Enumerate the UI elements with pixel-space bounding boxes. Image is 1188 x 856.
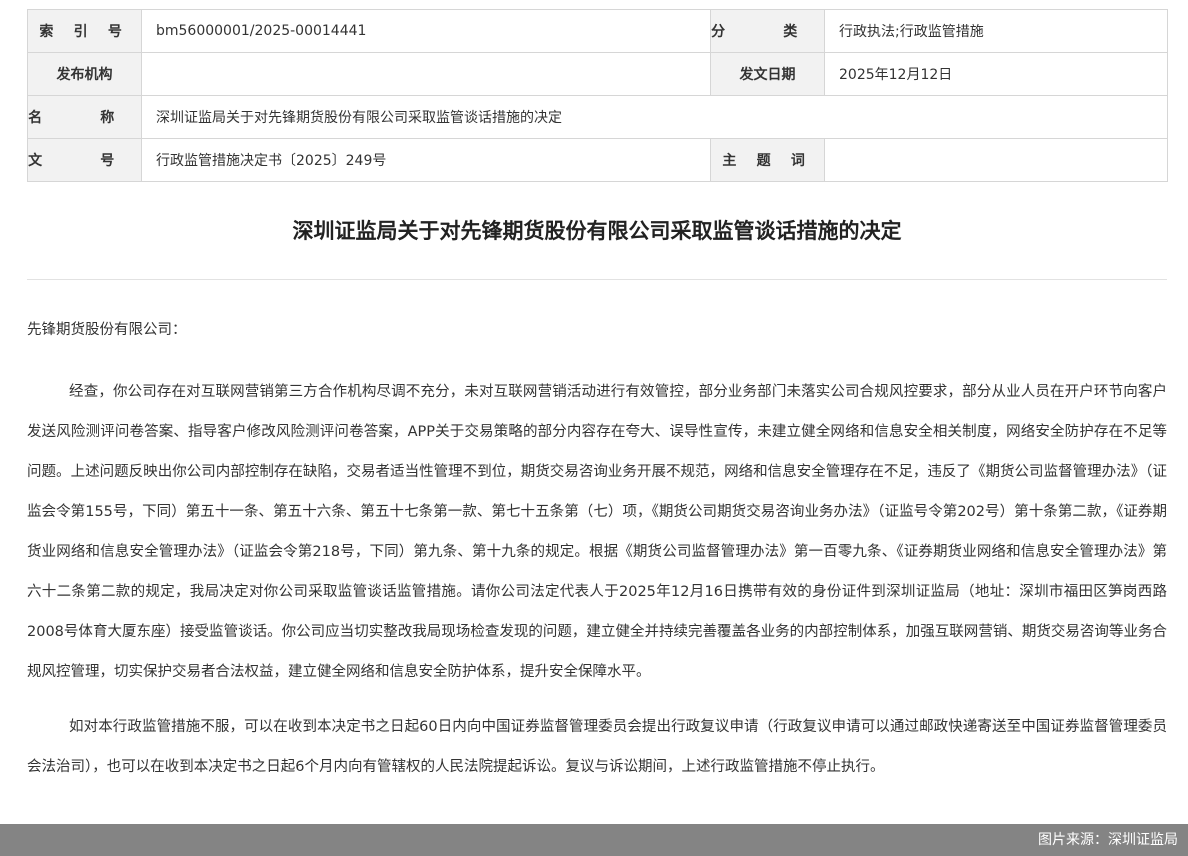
name-value: 深圳证监局关于对先锋期货股份有限公司采取监管谈话措施的决定 (141, 95, 1168, 139)
index-value: bm56000001/2025-00014441 (141, 9, 711, 53)
date-label: 发文日期 (710, 52, 825, 96)
paragraph-appeal: 如对本行政监管措施不服，可以在收到本决定书之日起60日内向中国证券监督管理委员会… (27, 719, 1167, 775)
title-divider (27, 279, 1167, 280)
meta-row-index: 索 引 号 bm56000001/2025-00014441 分 类 行政执法;… (27, 9, 1168, 53)
index-label: 索 引 号 (27, 9, 142, 53)
issuer-label: 发布机构 (27, 52, 142, 96)
docno-value: 行政监管措施决定书〔2025〕249号 (141, 138, 711, 182)
docno-label: 文 号 (27, 138, 142, 182)
keywords-label: 主 题 词 (710, 138, 825, 182)
paragraph-findings: 经查，你公司存在对互联网营销第三方合作机构尽调不充分，未对互联网营销活动进行有效… (27, 384, 1167, 680)
issuer-value (141, 52, 711, 96)
meta-row-name: 名 称 深圳证监局关于对先锋期货股份有限公司采取监管谈话措施的决定 (27, 95, 1168, 139)
image-source-credit: 图片来源：深圳证监局 (0, 824, 1188, 856)
document-title: 深圳证监局关于对先锋期货股份有限公司采取监管谈话措施的决定 (292, 219, 902, 243)
salutation: 先锋期货股份有限公司： (27, 322, 187, 338)
document-meta-table: 索 引 号 bm56000001/2025-00014441 分 类 行政执法;… (27, 9, 1168, 182)
name-label: 名 称 (27, 95, 142, 139)
document-body: 先锋期货股份有限公司： 经查，你公司存在对互联网营销第三方合作机构尽调不充分，未… (27, 310, 1167, 802)
keywords-value (824, 138, 1168, 182)
category-label: 分 类 (710, 9, 825, 53)
date-value: 2025年12月12日 (824, 52, 1168, 96)
meta-row-issuer: 发布机构 发文日期 2025年12月12日 (27, 52, 1168, 96)
category-value: 行政执法;行政监管措施 (824, 9, 1168, 53)
meta-row-docno: 文 号 行政监管措施决定书〔2025〕249号 主 题 词 (27, 138, 1168, 182)
